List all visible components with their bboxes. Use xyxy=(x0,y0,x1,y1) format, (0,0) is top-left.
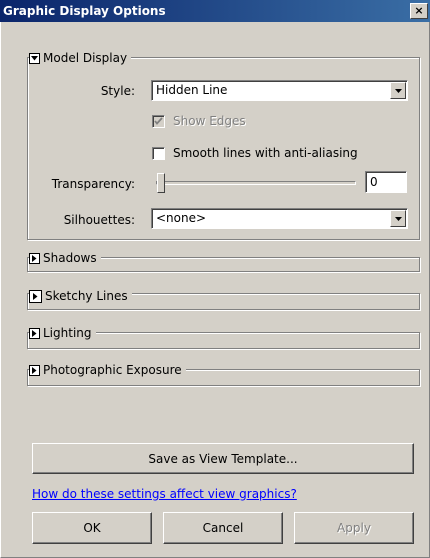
shadows-title: Shadows xyxy=(43,251,97,265)
photographic-exposure-expander[interactable] xyxy=(29,364,40,376)
lighting-expander[interactable] xyxy=(29,327,40,339)
chevron-down-icon xyxy=(394,216,402,221)
title-bar: Graphic Display Options × xyxy=(0,0,430,22)
chevron-down-icon xyxy=(394,88,402,93)
show-edges-checkbox[interactable] xyxy=(152,115,165,128)
silhouettes-dropdown[interactable]: <none> xyxy=(151,208,408,229)
shadows-header: Shadows xyxy=(29,250,101,266)
save-as-view-template-button[interactable]: Save as View Template... xyxy=(32,443,414,474)
silhouettes-label: Silhouettes: xyxy=(63,213,135,227)
triangle-down-icon xyxy=(31,55,38,60)
triangle-right-icon xyxy=(32,366,37,374)
close-button[interactable]: × xyxy=(410,3,428,19)
close-icon: × xyxy=(414,4,424,17)
transparency-value: 0 xyxy=(370,175,378,189)
sketchy-lines-title: Sketchy Lines xyxy=(45,289,128,303)
style-dropdown[interactable]: Hidden Line xyxy=(151,80,408,101)
model-display-expander[interactable] xyxy=(29,52,40,64)
style-dropdown-button[interactable] xyxy=(390,82,406,99)
sketchy-lines-header: Sketchy Lines xyxy=(29,288,132,304)
triangle-right-icon xyxy=(32,329,37,337)
show-edges-label: Show Edges xyxy=(173,114,246,128)
ok-button[interactable]: OK xyxy=(32,512,152,544)
lighting-header: Lighting xyxy=(29,325,96,341)
silhouettes-dropdown-value: <none> xyxy=(156,211,207,225)
transparency-label: Transparency: xyxy=(51,177,135,191)
photographic-exposure-header: Photographic Exposure xyxy=(29,362,186,378)
cancel-button[interactable]: Cancel xyxy=(163,512,283,544)
style-label: Style: xyxy=(100,84,135,98)
shadows-expander[interactable] xyxy=(29,252,40,264)
model-display-title: Model Display xyxy=(43,51,128,65)
triangle-right-icon xyxy=(33,292,38,300)
transparency-input[interactable]: 0 xyxy=(365,171,407,193)
style-dropdown-value: Hidden Line xyxy=(156,83,228,97)
smooth-lines-label: Smooth lines with anti-aliasing xyxy=(173,146,358,160)
sketchy-lines-expander[interactable] xyxy=(29,289,42,303)
transparency-slider-thumb[interactable] xyxy=(157,173,165,193)
transparency-slider-track[interactable] xyxy=(156,181,356,185)
apply-button[interactable]: Apply xyxy=(294,512,414,544)
photographic-exposure-title: Photographic Exposure xyxy=(43,363,182,377)
window-title: Graphic Display Options xyxy=(3,4,166,18)
lighting-title: Lighting xyxy=(43,326,92,340)
checkmark-icon xyxy=(154,117,163,125)
help-link[interactable]: How do these settings affect view graphi… xyxy=(32,487,297,501)
silhouettes-dropdown-button[interactable] xyxy=(390,210,406,227)
model-display-header: Model Display xyxy=(29,50,132,66)
triangle-right-icon xyxy=(32,254,37,262)
smooth-lines-checkbox[interactable] xyxy=(152,147,165,160)
